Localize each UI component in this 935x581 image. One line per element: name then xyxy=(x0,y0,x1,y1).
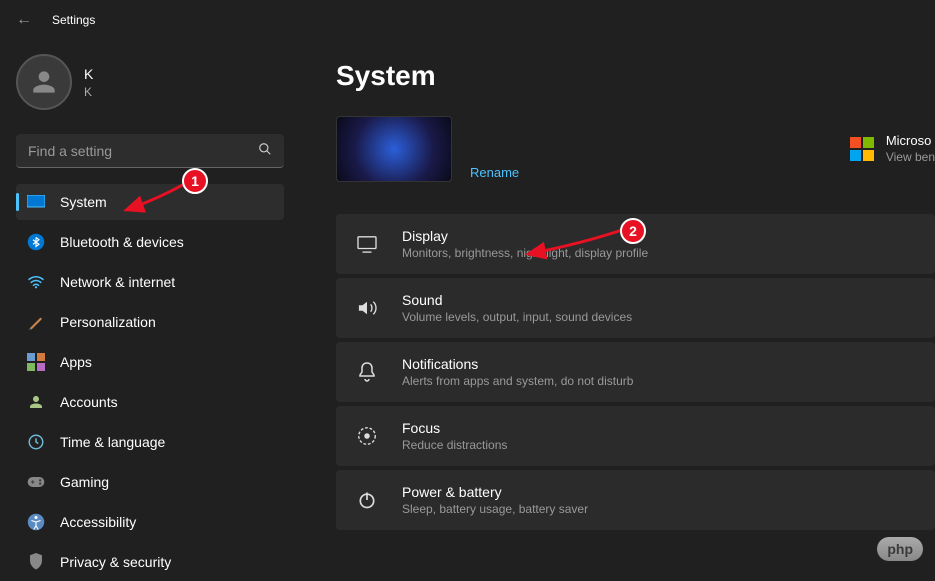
sidebar-item-label: Personalization xyxy=(60,314,156,330)
sidebar-item-label: Bluetooth & devices xyxy=(60,234,184,250)
setting-focus[interactable]: Focus Reduce distractions xyxy=(336,406,935,466)
pc-thumbnail xyxy=(336,116,452,182)
gaming-icon xyxy=(26,472,46,492)
accessibility-icon xyxy=(26,512,46,532)
sidebar-item-gaming[interactable]: Gaming xyxy=(16,464,284,500)
sidebar-item-system[interactable]: System xyxy=(16,184,284,220)
clock-icon xyxy=(26,432,46,452)
search-icon xyxy=(258,142,272,159)
user-name: K xyxy=(84,65,93,85)
sidebar-item-accessibility[interactable]: Accessibility xyxy=(16,504,284,540)
focus-icon xyxy=(354,423,380,449)
setting-desc: Sleep, battery usage, battery saver xyxy=(402,502,917,516)
sidebar-item-personalization[interactable]: Personalization xyxy=(16,304,284,340)
sound-icon xyxy=(354,295,380,321)
setting-desc: Volume levels, output, input, sound devi… xyxy=(402,310,917,324)
setting-sound[interactable]: Sound Volume levels, output, input, soun… xyxy=(336,278,935,338)
setting-title: Focus xyxy=(402,420,917,436)
page-title: System xyxy=(336,60,935,92)
power-icon xyxy=(354,487,380,513)
sidebar-item-label: Network & internet xyxy=(60,274,175,290)
avatar xyxy=(16,54,72,110)
apps-icon xyxy=(26,352,46,372)
rename-link[interactable]: Rename xyxy=(470,165,519,182)
setting-power[interactable]: Power & battery Sleep, battery usage, ba… xyxy=(336,470,935,530)
bluetooth-icon xyxy=(26,232,46,252)
sidebar-item-network[interactable]: Network & internet xyxy=(16,264,284,300)
setting-title: Power & battery xyxy=(402,484,917,500)
microsoft-365-card[interactable]: Microso View ben xyxy=(850,133,935,165)
sidebar-item-label: Accounts xyxy=(60,394,118,410)
search-input[interactable] xyxy=(28,143,258,159)
setting-desc: Monitors, brightness, night light, displ… xyxy=(402,246,917,260)
sidebar-item-privacy[interactable]: Privacy & security xyxy=(16,544,284,580)
window-title: Settings xyxy=(52,13,95,27)
wifi-icon xyxy=(26,272,46,292)
setting-desc: Reduce distractions xyxy=(402,438,917,452)
sidebar-item-label: Privacy & security xyxy=(60,554,171,570)
accounts-icon xyxy=(26,392,46,412)
sidebar-item-apps[interactable]: Apps xyxy=(16,344,284,380)
setting-title: Sound xyxy=(402,292,917,308)
ms365-title: Microso xyxy=(886,133,935,150)
search-box[interactable] xyxy=(16,134,284,168)
ms365-sub: View ben xyxy=(886,150,935,166)
sidebar-item-label: Accessibility xyxy=(60,514,136,530)
setting-display[interactable]: Display Monitors, brightness, night ligh… xyxy=(336,214,935,274)
setting-title: Display xyxy=(402,228,917,244)
bell-icon xyxy=(354,359,380,385)
sidebar-item-accounts[interactable]: Accounts xyxy=(16,384,284,420)
sidebar-item-label: Apps xyxy=(60,354,92,370)
display-icon xyxy=(354,231,380,257)
back-button[interactable]: ← xyxy=(16,11,32,29)
user-profile[interactable]: K K xyxy=(16,50,284,114)
system-icon xyxy=(26,192,46,212)
setting-notifications[interactable]: Notifications Alerts from apps and syste… xyxy=(336,342,935,402)
paintbrush-icon xyxy=(26,312,46,332)
microsoft-logo-icon xyxy=(850,137,874,161)
sidebar-item-label: Time & language xyxy=(60,434,165,450)
sidebar-item-bluetooth[interactable]: Bluetooth & devices xyxy=(16,224,284,260)
setting-desc: Alerts from apps and system, do not dist… xyxy=(402,374,917,388)
setting-title: Notifications xyxy=(402,356,917,372)
sidebar-item-label: Gaming xyxy=(60,474,109,490)
sidebar-item-label: System xyxy=(60,194,107,210)
sidebar-item-time[interactable]: Time & language xyxy=(16,424,284,460)
shield-icon xyxy=(26,552,46,572)
user-sub: K xyxy=(84,85,93,99)
